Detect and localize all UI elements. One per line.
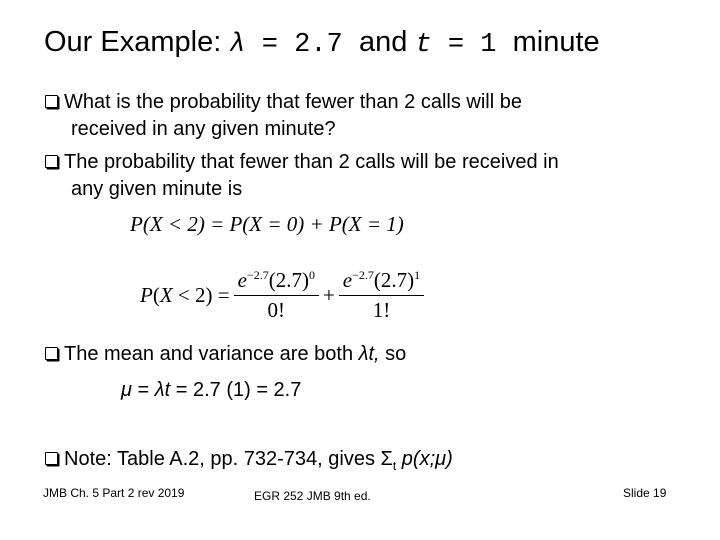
power: 1 <box>414 268 421 282</box>
checkbox-bullet-icon <box>45 452 58 465</box>
formula-term-2: e−2.7(2.7)1 1! <box>338 268 425 323</box>
slide-title: Our Example: λ = 2.7 and t = 1 minute <box>44 26 600 60</box>
plus-sign: + <box>322 283 335 307</box>
mu-symbol: μ <box>121 379 132 401</box>
poisson-formula: P(X < 2) = e−2.7(2.7)0 0! + e−2.7(2.7)1 … <box>140 268 428 323</box>
checkbox-bullet-icon <box>45 95 58 108</box>
e-symbol: e <box>237 268 247 292</box>
footer-slide-number: Slide 19 <box>623 486 667 500</box>
bullet-1-text: What is the probability that fewer than … <box>64 91 522 113</box>
lambda-t: λt <box>154 379 171 401</box>
bullet-1-line-1: What is the probability that fewer than … <box>45 91 522 114</box>
mean-value: = 2.7 (1) = 2.7 <box>170 379 302 401</box>
title-t-eq: t = 1 <box>415 30 512 60</box>
title-suffix: minute <box>512 26 600 58</box>
base: (2.7) <box>373 268 415 292</box>
bullet-2-text: The probability that fewer than 2 calls … <box>64 151 559 173</box>
t-symbol: t <box>415 30 432 60</box>
bullet-3: The mean and variance are both λt, so <box>45 343 406 366</box>
lambda-symbol: λ <box>229 30 246 60</box>
e-symbol: e <box>342 268 353 292</box>
title-and: and <box>358 26 416 58</box>
mean-text: The mean and variance are both <box>64 343 359 365</box>
footer-left: JMB Ch. 5 Part 2 rev 2019 <box>43 486 185 500</box>
mean-equation: μ = λt = 2.7 (1) = 2.7 <box>121 379 301 402</box>
base: (2.7) <box>268 268 309 292</box>
exponent: −2.7 <box>246 268 269 282</box>
title-prefix: Our Example: <box>44 26 230 58</box>
formula-term-1: e−2.7(2.7)0 0! <box>233 268 319 323</box>
bullet-2-line-2: any given minute is <box>71 178 243 200</box>
t-value: = 1 <box>431 30 513 60</box>
lambda-t: λt, <box>358 343 380 365</box>
lambda-value: = 2.7 <box>245 30 359 60</box>
formula-lhs: P(X < 2) = <box>140 283 230 307</box>
term-2-numerator: e−2.7(2.7)1 <box>338 268 425 296</box>
note-text: Note: Table A.2, pp. 732-734, gives Σ <box>64 448 393 470</box>
term-2-denominator: 1! <box>372 298 391 322</box>
title-lambda-eq: λ = 2.7 <box>229 30 359 60</box>
bullet-2-line-1: The probability that fewer than 2 calls … <box>45 151 559 174</box>
footer-center: EGR 252 JMB 9th ed. <box>254 489 371 503</box>
term-1-denominator: 0! <box>267 298 286 322</box>
checkbox-bullet-icon <box>45 347 58 360</box>
eq-sign: = <box>131 379 155 401</box>
probability-equation: P(X < 2) = P(X = 0) + P(X = 1) <box>130 212 404 236</box>
bullet-4-note: Note: Table A.2, pp. 732-734, gives Σt p… <box>45 448 453 473</box>
mean-after: so <box>379 343 407 365</box>
poisson-function: p(x;μ) <box>401 448 453 470</box>
bullet-1-line-2: received in any given minute? <box>71 118 336 140</box>
exponent: −2.7 <box>352 268 374 282</box>
power: 0 <box>308 268 315 282</box>
term-1-numerator: e−2.7(2.7)0 <box>233 268 319 296</box>
checkbox-bullet-icon <box>45 155 58 168</box>
